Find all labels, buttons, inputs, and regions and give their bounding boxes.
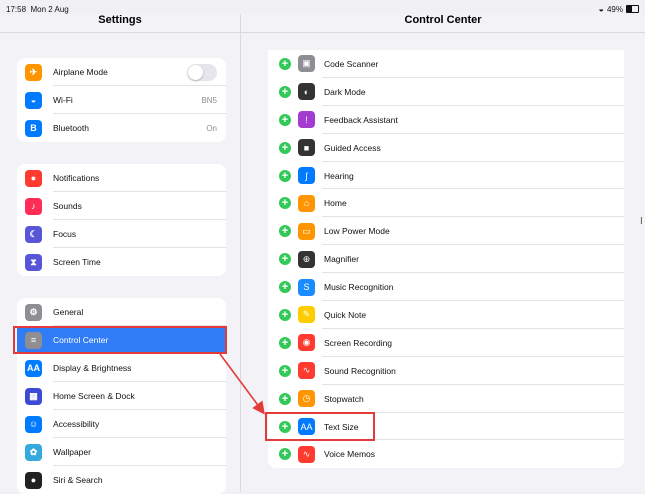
mouse-cursor-icon: I — [640, 216, 643, 227]
annotation-arrow — [219, 353, 265, 415]
